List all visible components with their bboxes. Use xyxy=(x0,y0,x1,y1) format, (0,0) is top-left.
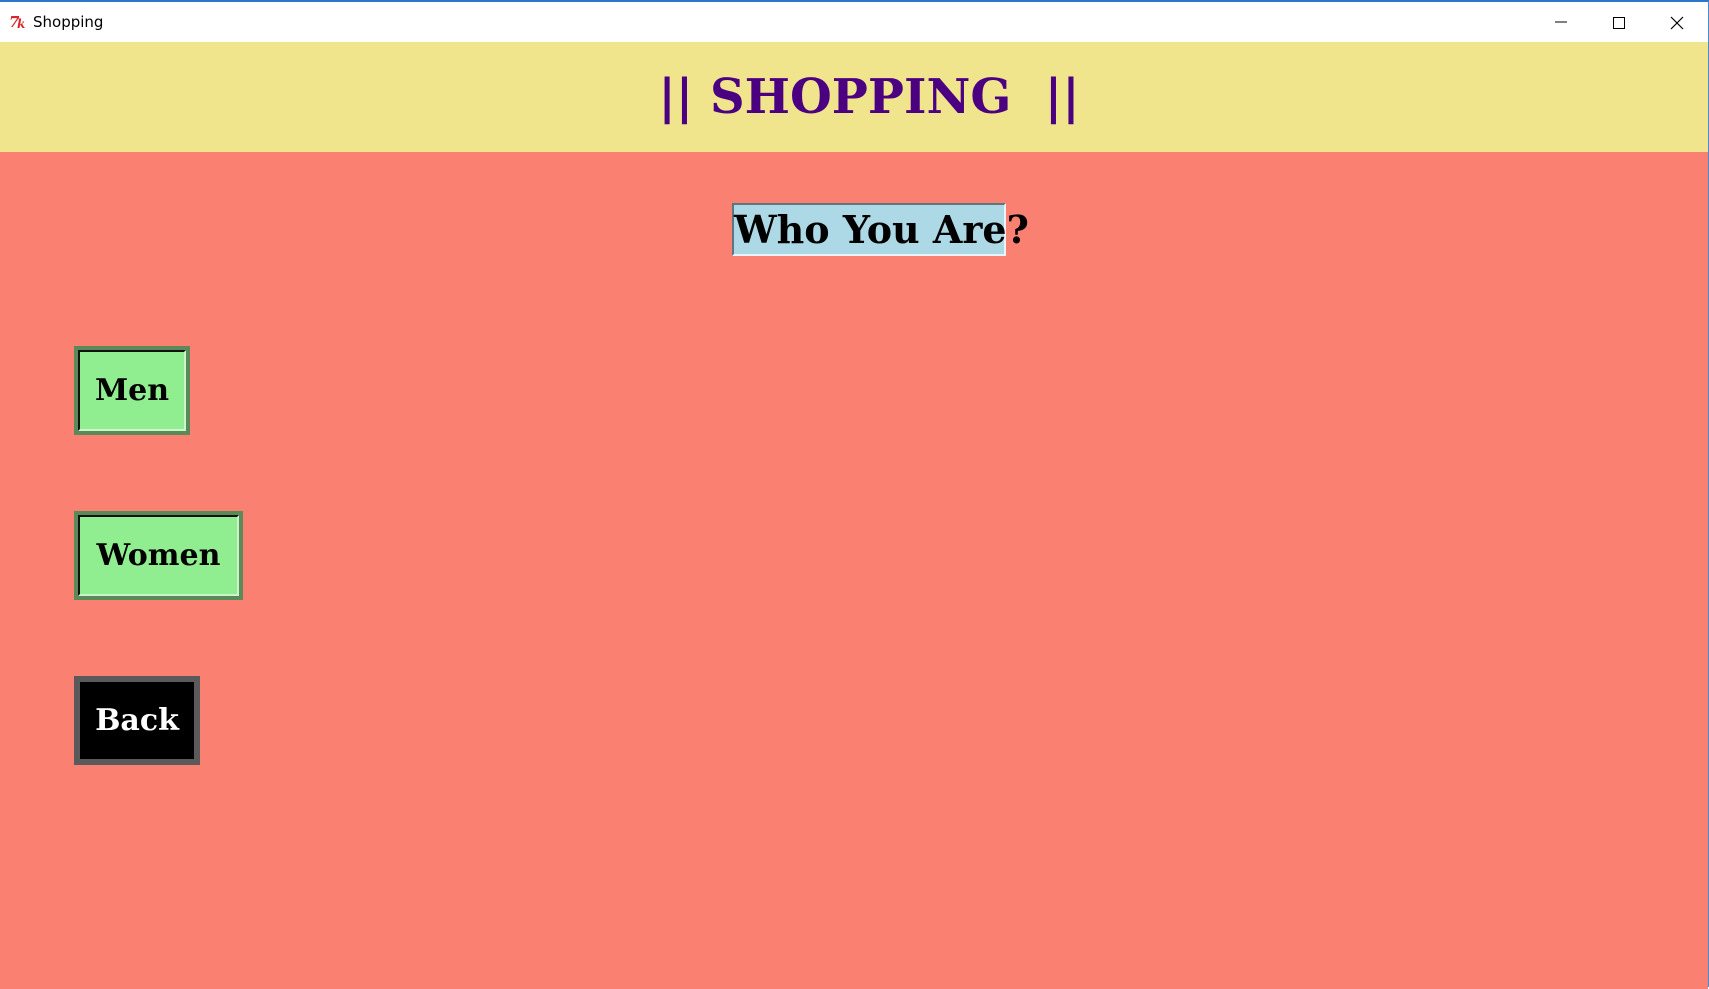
maximize-icon xyxy=(1613,17,1625,29)
question-label: Who You Are? xyxy=(732,203,1029,256)
close-button[interactable] xyxy=(1648,2,1706,42)
men-button[interactable]: Men xyxy=(74,346,190,435)
minimize-button[interactable] xyxy=(1532,2,1590,42)
close-icon xyxy=(1670,16,1684,30)
page-title: || SHOPPING || xyxy=(658,69,1080,125)
window-title: Shopping xyxy=(33,13,104,31)
back-button[interactable]: Back xyxy=(74,676,200,765)
svg-text:k: k xyxy=(17,17,25,31)
header-banner: || SHOPPING || xyxy=(0,42,1708,152)
title-bar[interactable]: 7 k Shopping xyxy=(0,2,1708,42)
app-window: 7 k Shopping || SHOPPING || Who You Are? xyxy=(0,0,1709,989)
women-button[interactable]: Women xyxy=(74,511,243,600)
maximize-button[interactable] xyxy=(1590,2,1648,42)
tk-feather-icon: 7 k xyxy=(9,12,29,32)
minimize-icon xyxy=(1555,21,1567,23)
main-content: Who You Are? Men Women Back xyxy=(0,152,1708,989)
